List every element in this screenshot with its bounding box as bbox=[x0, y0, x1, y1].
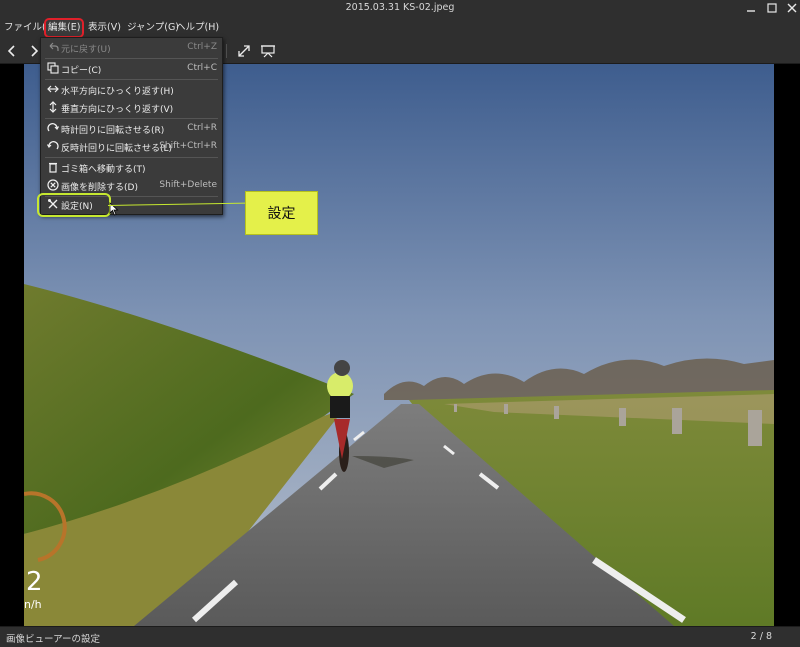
toolbar-separator bbox=[226, 44, 227, 58]
menu-item-label: 元に戻す(U) bbox=[61, 45, 111, 55]
fullscreen-icon[interactable] bbox=[235, 42, 253, 60]
menu-item-preferences[interactable]: 設定(N) bbox=[37, 193, 111, 217]
menu-item-shortcut: Ctrl+Z bbox=[187, 42, 217, 52]
title-bar[interactable]: 2015.03.31 KS-02.jpeg bbox=[0, 0, 800, 16]
menu-edit[interactable]: 編集(E) bbox=[43, 18, 85, 38]
maximize-icon[interactable] bbox=[765, 1, 779, 15]
menu-item-flip-vertical[interactable]: 垂直方向にひっくり返す(V) bbox=[41, 99, 222, 117]
status-message: 画像ビューアーの設定 bbox=[6, 634, 101, 645]
menu-item-label: 時計回りに回転させる(R) bbox=[61, 126, 165, 136]
menu-item-label: ゴミ箱へ移動する(T) bbox=[61, 165, 146, 175]
menu-item-shortcut: Shift+Delete bbox=[159, 180, 217, 190]
menu-item-label: 水平方向にひっくり返す(H) bbox=[61, 87, 174, 97]
menu-item-flip-horizontal[interactable]: 水平方向にひっくり返す(H) bbox=[41, 81, 222, 99]
menu-item-label: 設定(N) bbox=[61, 202, 93, 212]
image-viewer-window: 2015.03.31 KS-02.jpeg ファイル(F) 編集(E) 表示(V… bbox=[0, 0, 800, 647]
trash-icon bbox=[47, 161, 59, 173]
menu-separator bbox=[45, 118, 218, 119]
copy-icon bbox=[47, 62, 59, 74]
flip-vertical-icon bbox=[47, 101, 59, 113]
menu-item-rotate-counterclockwise[interactable]: 反時計回りに回転させる(L) Shift+Ctrl+R bbox=[41, 138, 222, 156]
menu-separator bbox=[45, 157, 218, 158]
menu-item-label: 反時計回りに回転させる(L) bbox=[61, 144, 173, 154]
status-bar: 画像ビューアーの設定 2 / 8 bbox=[0, 626, 800, 647]
menu-item-label: 垂直方向にひっくり返す(V) bbox=[61, 105, 174, 115]
close-icon[interactable] bbox=[785, 1, 799, 15]
edit-menu-dropdown: 元に戻す(U) Ctrl+Z コピー(C) Ctrl+C 水平方向にひっくり返す… bbox=[37, 37, 223, 217]
rotate-counterclockwise-icon bbox=[46, 140, 59, 152]
menu-item-label: コピー(C) bbox=[61, 66, 102, 76]
delete-icon bbox=[47, 179, 59, 191]
menu-jump[interactable]: ジャンプ(G) bbox=[125, 20, 181, 36]
menu-item-delete-image[interactable]: 画像を削除する(D) Shift+Delete bbox=[41, 177, 222, 195]
menu-separator bbox=[45, 79, 218, 80]
menu-bar: ファイル(F) 編集(E) 表示(V) ジャンプ(G) ヘルプ(H) bbox=[0, 16, 800, 38]
window-title: 2015.03.31 KS-02.jpeg bbox=[345, 2, 455, 13]
menu-item-shortcut: Shift+Ctrl+R bbox=[159, 141, 217, 151]
menu-separator bbox=[45, 58, 218, 59]
image-counter: 2 / 8 bbox=[750, 631, 772, 642]
flip-horizontal-icon bbox=[47, 83, 59, 95]
menu-item-rotate-clockwise[interactable]: 時計回りに回転させる(R) Ctrl+R bbox=[41, 120, 222, 138]
rotate-clockwise-icon bbox=[47, 122, 60, 134]
menu-item-undo[interactable]: 元に戻す(U) Ctrl+Z bbox=[41, 39, 222, 57]
menu-item-shortcut: Ctrl+C bbox=[187, 63, 217, 73]
minimize-icon[interactable] bbox=[744, 1, 758, 15]
back-icon[interactable] bbox=[3, 42, 21, 60]
menu-item-move-to-trash[interactable]: ゴミ箱へ移動する(T) bbox=[41, 159, 222, 177]
menu-item-label: 画像を削除する(D) bbox=[61, 183, 138, 193]
slideshow-icon[interactable] bbox=[259, 42, 277, 60]
menu-view[interactable]: 表示(V) bbox=[86, 20, 123, 36]
callout-label: 設定 bbox=[245, 191, 318, 235]
menu-item-shortcut: Ctrl+R bbox=[187, 123, 217, 133]
menu-item-copy[interactable]: コピー(C) Ctrl+C bbox=[41, 60, 222, 78]
speed-unit: n/h bbox=[24, 598, 42, 611]
menu-help[interactable]: ヘルプ(H) bbox=[174, 20, 221, 36]
settings-icon bbox=[47, 198, 59, 210]
speed-readout: 2 bbox=[26, 567, 43, 597]
undo-icon bbox=[47, 41, 59, 53]
